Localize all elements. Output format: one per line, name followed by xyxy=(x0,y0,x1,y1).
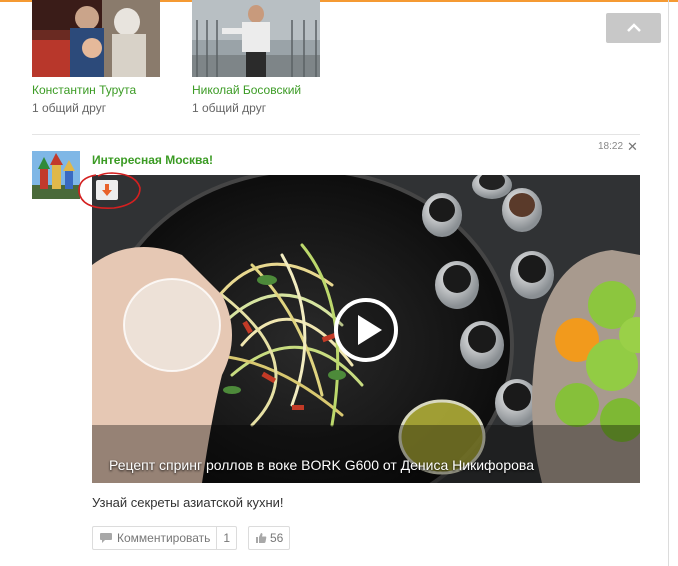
friend-mutual-count: 1 общий друг xyxy=(32,101,107,115)
post-time: 18:22 xyxy=(598,141,624,152)
comment-label: Комментировать xyxy=(117,531,211,545)
like-pill[interactable]: 56 xyxy=(248,526,291,550)
friend-card[interactable]: Константин Турута 1 общий друг xyxy=(32,0,172,115)
group-name-link[interactable]: Интересная Москва! xyxy=(92,153,213,167)
friend-name[interactable]: Константин Турута xyxy=(32,83,136,97)
like-button[interactable]: 56 xyxy=(248,526,291,550)
scroll-to-top-button[interactable] xyxy=(606,13,661,43)
comment-segment[interactable]: Комментировать xyxy=(93,527,216,549)
group-avatar[interactable] xyxy=(32,151,80,199)
scrollbar-edge xyxy=(668,0,669,566)
video-thumbnail xyxy=(92,175,640,483)
chevron-up-icon xyxy=(626,23,641,32)
friend-photo[interactable] xyxy=(32,0,160,77)
like-count: 56 xyxy=(270,531,284,545)
friend-card[interactable]: Николай Босовский 1 общий друг xyxy=(192,0,332,115)
post-text: Узнай секреты азиатской кухни! xyxy=(92,495,284,510)
friend-name[interactable]: Николай Босовский xyxy=(192,83,301,97)
thumbs-up-icon xyxy=(256,533,267,543)
comment-count: 1 xyxy=(223,531,231,545)
comment-button[interactable]: Комментировать 1 xyxy=(92,526,238,550)
like-segment[interactable]: 56 xyxy=(249,527,289,549)
video-player[interactable]: Рецепт спринг роллов в воке BORK G600 от… xyxy=(92,175,640,483)
friend-photo[interactable] xyxy=(192,0,320,77)
feed-divider xyxy=(32,134,640,135)
feed-page: Константин Турута 1 общий друг Николай Б… xyxy=(0,0,678,566)
close-icon[interactable]: ✕ xyxy=(627,139,638,155)
video-title[interactable]: Рецепт спринг роллов в воке BORK G600 от… xyxy=(109,457,534,473)
comment-icon xyxy=(100,533,112,543)
red-annotation-circle xyxy=(78,172,141,209)
friend-mutual-count: 1 общий друг xyxy=(192,101,267,115)
comment-pill[interactable]: Комментировать 1 xyxy=(92,526,238,550)
